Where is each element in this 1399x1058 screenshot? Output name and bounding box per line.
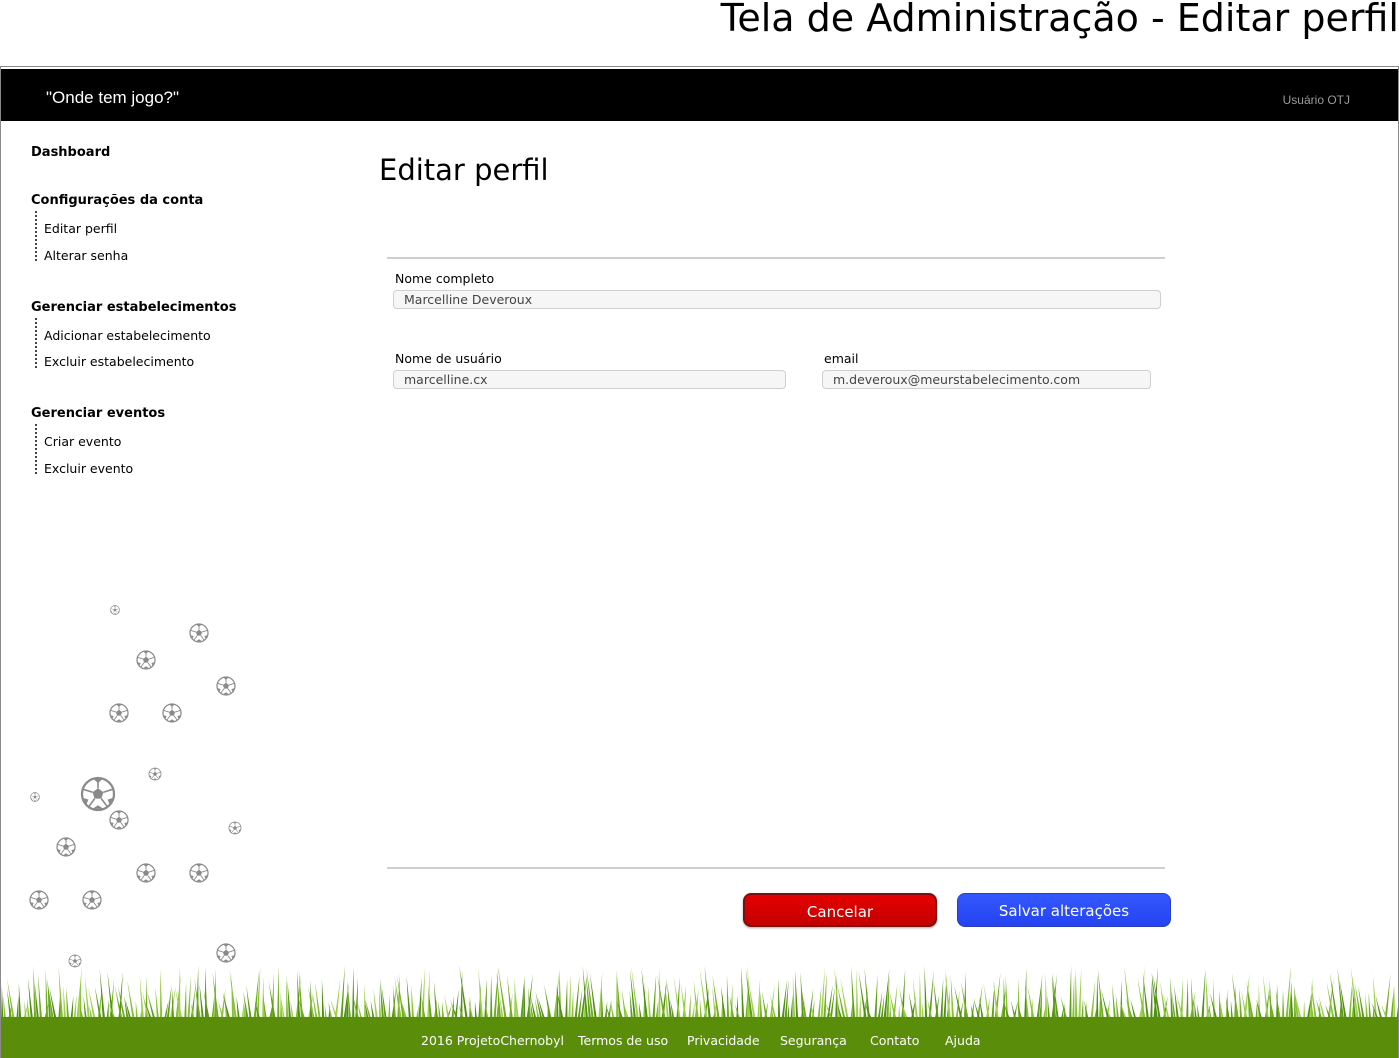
sidebar-item-change-password[interactable]: Alterar senha <box>44 248 128 263</box>
sidebar-item-dashboard[interactable]: Dashboard <box>31 145 110 160</box>
sidebar-section-manage-events: Gerenciar eventos <box>31 406 166 421</box>
footer-copyright: 2016 ProjetoChernobyl <box>421 1033 564 1048</box>
sidebar-item-delete-event[interactable]: Excluir evento <box>44 461 133 476</box>
soccer-ball-icon <box>80 776 116 812</box>
soccer-ball-icon <box>30 792 40 802</box>
sidebar-item-edit-profile[interactable]: Editar perfil <box>44 221 117 236</box>
top-navbar: "Onde tem jogo?" Usuário OTJ <box>1 69 1398 121</box>
soccer-ball-icon <box>216 943 236 963</box>
form-bottom-divider <box>387 867 1165 869</box>
footer-link-privacy[interactable]: Privacidade <box>687 1033 760 1048</box>
soccer-ball-icon <box>56 837 76 857</box>
soccer-ball-icon <box>148 767 162 781</box>
email-input[interactable] <box>822 370 1151 389</box>
email-label: email <box>824 351 859 366</box>
soccer-ball-icon <box>82 890 102 910</box>
full-name-input[interactable] <box>393 290 1161 309</box>
sidebar-item-create-event[interactable]: Criar evento <box>44 434 121 449</box>
form-top-divider <box>387 257 1165 259</box>
full-name-label: Nome completo <box>395 271 495 286</box>
soccer-ball-icon <box>162 703 182 723</box>
username-label: Nome de usuário <box>395 351 502 366</box>
footer-link-terms[interactable]: Termos de uso <box>578 1033 668 1048</box>
sidebar-section-manage-establishments: Gerenciar estabelecimentos <box>31 300 237 315</box>
sidebar-item-delete-establishment[interactable]: Excluir estabelecimento <box>44 354 194 369</box>
soccer-ball-icon <box>136 863 156 883</box>
soccer-ball-icon <box>110 605 120 615</box>
soccer-ball-icon <box>109 703 129 723</box>
app-window: "Onde tem jogo?" Usuário OTJ Dashboard C… <box>0 66 1399 1058</box>
footer-link-help[interactable]: Ajuda <box>945 1033 981 1048</box>
cancel-button[interactable]: Cancelar <box>743 893 937 927</box>
page-title: Tela de Administração - Editar perfil <box>720 0 1399 40</box>
soccer-ball-icon <box>228 821 242 835</box>
sidebar-divider <box>35 424 37 474</box>
footer-link-security[interactable]: Segurança <box>780 1033 847 1048</box>
footer-link-contact[interactable]: Contato <box>870 1033 919 1048</box>
sidebar-section-account-settings: Configurações da conta <box>31 193 204 208</box>
soccer-ball-icon <box>189 623 209 643</box>
username-input[interactable] <box>393 370 786 389</box>
sidebar-divider <box>35 318 37 368</box>
soccer-balls-decoration <box>29 605 242 968</box>
user-menu[interactable]: Usuário OTJ <box>1283 93 1350 107</box>
soccer-ball-icon <box>109 810 129 830</box>
sidebar-item-add-establishment[interactable]: Adicionar estabelecimento <box>44 328 211 343</box>
soccer-ball-icon <box>29 890 49 910</box>
sidebar-divider <box>35 211 37 261</box>
soccer-ball-icon <box>136 650 156 670</box>
soccer-ball-icon <box>189 863 209 883</box>
soccer-ball-icon <box>216 676 236 696</box>
footer: 2016 ProjetoChernobyl Termos de uso Priv… <box>1 1017 1398 1058</box>
brand-logo-text[interactable]: "Onde tem jogo?" <box>46 88 179 108</box>
grass-decoration <box>1 965 1398 1023</box>
save-changes-button[interactable]: Salvar alterações <box>957 893 1171 927</box>
content-title: Editar perfil <box>379 153 549 187</box>
